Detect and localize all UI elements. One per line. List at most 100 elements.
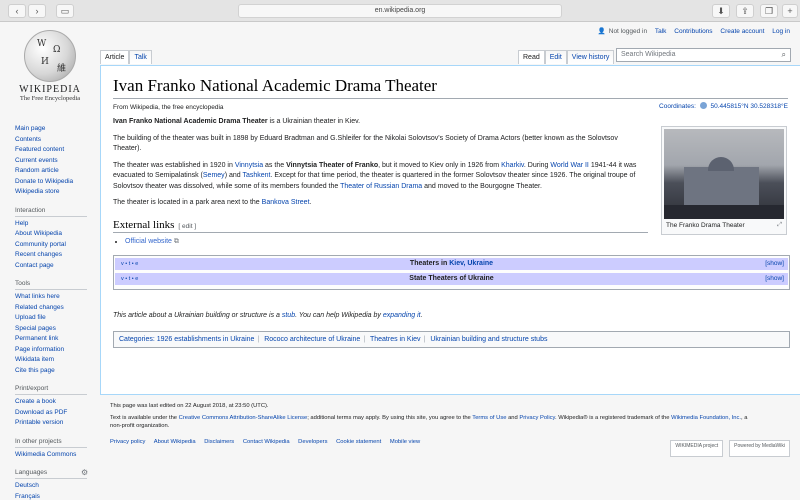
link-ww2[interactable]: World War II xyxy=(550,162,589,169)
link-kiev-ukraine[interactable]: Kiev, Ukraine xyxy=(449,260,493,267)
sidebar-item-upload[interactable]: Upload file xyxy=(15,313,95,324)
share-button[interactable]: ⇪ xyxy=(736,4,754,18)
coordinates-value[interactable]: 50.445815°N 30.528318°E xyxy=(711,103,789,110)
stub-link[interactable]: stub xyxy=(282,312,295,319)
building-shape xyxy=(684,167,759,207)
categories-box: Categories: 1926 establishments in Ukrai… xyxy=(113,330,790,348)
sidebar-item-related-changes[interactable]: Related changes xyxy=(15,303,95,314)
category-link[interactable]: Ukrainian building and structure stubs xyxy=(430,336,547,343)
link-semey[interactable]: Semey xyxy=(203,172,225,179)
text-run: ) and xyxy=(224,172,243,179)
caption-text: The Franko Drama Theater xyxy=(666,222,745,229)
search-input[interactable]: Search Wikipedia ⌕ xyxy=(616,48,791,62)
wikipedia-logo[interactable]: WΩИ維 WIKIPEDIA The Free Encyclopedia xyxy=(14,30,86,102)
sidebar-heading: Print/export xyxy=(15,385,87,395)
footer-link-about[interactable]: About Wikipedia xyxy=(154,439,196,445)
theater-photo[interactable] xyxy=(664,129,784,219)
link-kharkiv[interactable]: Kharkiv xyxy=(501,162,524,169)
cc-license-link[interactable]: Creative Commons Attribution-ShareAlike … xyxy=(179,415,308,421)
edit-section-link[interactable]: [ edit ] xyxy=(178,223,196,230)
show-toggle[interactable]: [show] xyxy=(765,258,784,270)
log-in-link[interactable]: Log in xyxy=(772,28,790,35)
footer-link-cookies[interactable]: Cookie statement xyxy=(336,439,381,445)
tab-edit[interactable]: Edit xyxy=(544,50,567,64)
external-links-list: Official website ⧉ xyxy=(125,238,788,246)
tab-article[interactable]: Article xyxy=(100,50,130,64)
terms-link[interactable]: Terms of Use xyxy=(472,415,506,421)
dome-shape xyxy=(708,157,734,171)
license-text: Text is available under the Creative Com… xyxy=(110,414,750,430)
sidebar-item-donate[interactable]: Donate to Wikipedia xyxy=(15,177,95,188)
vte-links[interactable]: v • t • e xyxy=(121,273,138,285)
tab-read[interactable]: Read xyxy=(518,50,545,64)
download-button[interactable]: ⬇ xyxy=(712,4,730,18)
create-account-link[interactable]: Create account xyxy=(720,28,764,35)
footer-link-disclaimers[interactable]: Disclaimers xyxy=(204,439,234,445)
sidebar-item-main-page[interactable]: Main page xyxy=(15,124,95,135)
sidebar-item-lang-fr[interactable]: Français xyxy=(15,492,95,500)
sidebar-item-create-book[interactable]: Create a book xyxy=(15,397,95,408)
footer-link-mobile[interactable]: Mobile view xyxy=(390,439,420,445)
sidebar-item-wikidata[interactable]: Wikidata item xyxy=(15,355,95,366)
expanding-link[interactable]: expanding it xyxy=(383,312,421,319)
user-icon: 👤 xyxy=(597,28,606,35)
sidebar-item-cite[interactable]: Cite this page xyxy=(15,366,95,377)
coordinates-label[interactable]: Coordinates: xyxy=(659,103,696,110)
enlarge-icon[interactable]: ⤢ xyxy=(777,222,782,229)
sidebar-item-commons[interactable]: Wikimedia Commons xyxy=(15,450,95,461)
tab-history[interactable]: View history xyxy=(566,50,615,64)
sidebar-item-featured[interactable]: Featured content xyxy=(15,145,95,156)
sidebar-item-download-pdf[interactable]: Download as PDF xyxy=(15,408,95,419)
navbox-state-theaters: v • t • e State Theaters of Ukraine [sho… xyxy=(115,272,788,285)
new-tab-button[interactable]: + xyxy=(782,4,798,18)
wikimedia-badge[interactable]: WIKIMEDIA project xyxy=(670,440,724,457)
footer-link-developers[interactable]: Developers xyxy=(298,439,327,445)
sidebar-item-printable[interactable]: Printable version xyxy=(15,418,95,429)
sidebar-item-contents[interactable]: Contents xyxy=(15,135,95,146)
talk-link[interactable]: Talk xyxy=(655,28,667,35)
sidebar-item-what-links-here[interactable]: What links here xyxy=(15,292,95,303)
official-website-link[interactable]: Official website xyxy=(125,238,172,245)
forward-button[interactable]: › xyxy=(28,4,46,18)
sidebar-item-random[interactable]: Random article xyxy=(15,166,95,177)
sidebar-item-store[interactable]: Wikipedia store xyxy=(15,187,95,198)
contributions-link[interactable]: Contributions xyxy=(674,28,712,35)
link-bankova[interactable]: Bankova Street xyxy=(262,199,310,206)
sidebar-item-lang-de[interactable]: Deutsch xyxy=(15,481,95,492)
sidebar-item-about[interactable]: About Wikipedia xyxy=(15,229,95,240)
footer-link-privacy[interactable]: Privacy policy xyxy=(110,439,145,445)
wmf-link[interactable]: Wikimedia Foundation, Inc. xyxy=(671,415,741,421)
sidebar-item-special-pages[interactable]: Special pages xyxy=(15,324,95,335)
tabs-overview-button[interactable]: ❐ xyxy=(760,4,778,18)
text-run: . Wikipedia® is a registered trademark o… xyxy=(555,415,672,421)
categories-label[interactable]: Categories: xyxy=(119,336,155,343)
vte-links[interactable]: v • t • e xyxy=(121,258,138,270)
link-tashkent[interactable]: Tashkent xyxy=(242,172,270,179)
mediawiki-badge[interactable]: Powered by MediaWiki xyxy=(729,440,790,457)
gear-icon[interactable]: ⚙ xyxy=(81,468,88,477)
category-link[interactable]: Theatres in Kiev xyxy=(370,336,421,343)
sidebar-item-permanent-link[interactable]: Permanent link xyxy=(15,334,95,345)
address-bar[interactable]: en.wikipedia.org xyxy=(238,4,562,18)
sidebar-item-page-info[interactable]: Page information xyxy=(15,345,95,356)
sidebar-item-help[interactable]: Help xyxy=(15,219,95,230)
footer-link-contact[interactable]: Contact Wikipedia xyxy=(243,439,290,445)
back-button[interactable]: ‹ xyxy=(8,4,26,18)
privacy-link[interactable]: Privacy Policy xyxy=(519,415,555,421)
tab-talk[interactable]: Talk xyxy=(129,50,152,64)
sidebar-item-contact[interactable]: Contact page xyxy=(15,261,95,272)
sidebar-toggle-button[interactable]: ▭ xyxy=(56,4,74,18)
link-vinnytsia[interactable]: Vinnytsia xyxy=(235,162,263,169)
sidebar-item-recent-changes[interactable]: Recent changes xyxy=(15,250,95,261)
sidebar-item-current-events[interactable]: Current events xyxy=(15,156,95,167)
sidebar-tools: Tools What links here Related changes Up… xyxy=(15,280,95,376)
category-link[interactable]: Rococo architecture of Ukraine xyxy=(264,336,360,343)
link-russian-drama[interactable]: Theater of Russian Drama xyxy=(340,183,422,190)
category-link[interactable]: 1926 establishments in Ukraine xyxy=(157,336,255,343)
languages-title: Languages xyxy=(15,469,48,476)
show-toggle[interactable]: [show] xyxy=(765,273,784,285)
section-heading-external-links: External links[ edit ] xyxy=(113,219,648,233)
globe-icon[interactable] xyxy=(699,102,707,109)
sidebar-item-community[interactable]: Community portal xyxy=(15,240,95,251)
search-icon[interactable]: ⌕ xyxy=(782,50,786,60)
